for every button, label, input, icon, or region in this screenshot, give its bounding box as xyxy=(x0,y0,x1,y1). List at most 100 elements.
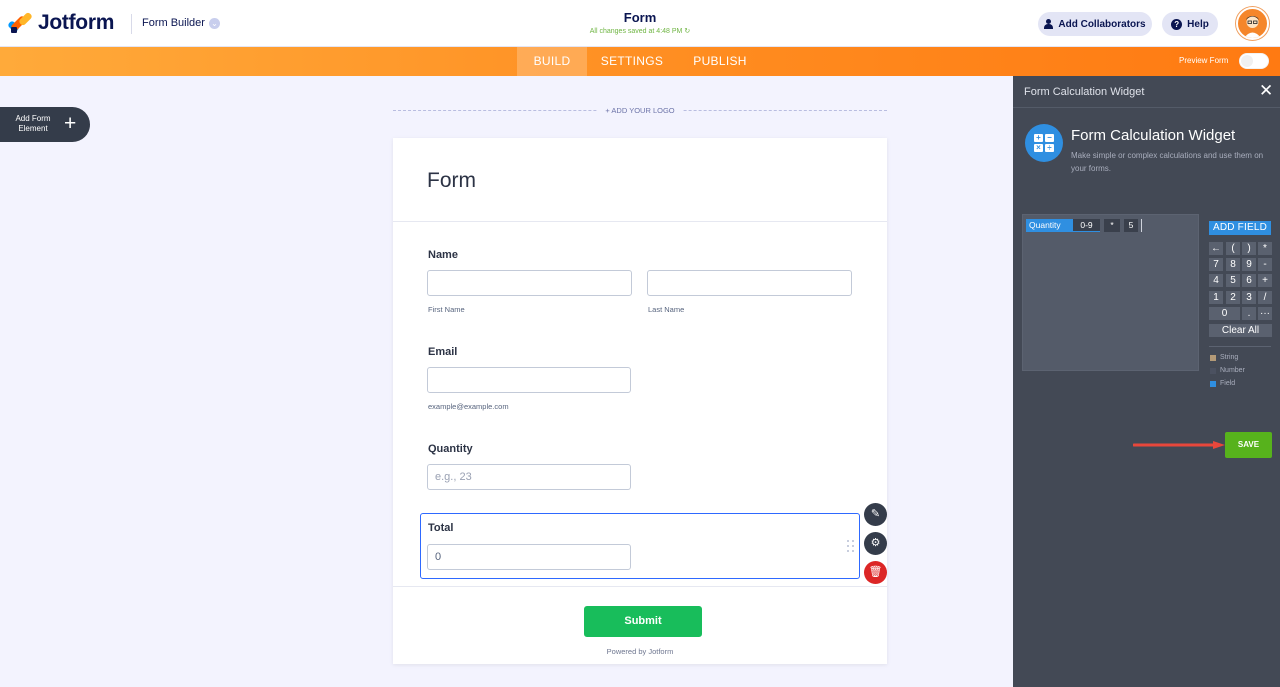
tab-build[interactable]: BUILD xyxy=(517,47,587,76)
delete-field-button[interactable]: 🗑 xyxy=(864,561,887,584)
legend-string-label: String xyxy=(1220,354,1239,361)
add-collaborators-label: Add Collaborators xyxy=(1058,18,1146,30)
legend-field: Field xyxy=(1210,380,1235,387)
formula-range-chip[interactable]: 0-9 xyxy=(1073,219,1100,232)
key-8[interactable]: 8 xyxy=(1226,258,1240,271)
toggle-knob xyxy=(1241,55,1253,67)
preview-form-toggle[interactable] xyxy=(1239,53,1269,69)
panel-divider xyxy=(1013,107,1280,108)
chevron-down-icon: ⌄ xyxy=(208,17,220,29)
tab-publish[interactable]: PUBLISH xyxy=(688,47,752,76)
key-open-paren[interactable]: ( xyxy=(1226,242,1240,255)
save-button[interactable]: SAVE xyxy=(1225,432,1272,458)
form-title[interactable]: Form xyxy=(540,10,740,25)
widget-panel: Form Calculation Widget ✕ + − × ÷ Form Cal… xyxy=(1013,76,1280,687)
wand-tool-button[interactable]: ✎ xyxy=(864,503,887,526)
key-5[interactable]: 5 xyxy=(1226,274,1240,287)
trash-icon: 🗑 xyxy=(868,566,883,578)
properties-button[interactable]: ⚙ xyxy=(864,532,887,555)
first-name-sublabel: First Name xyxy=(428,305,465,314)
key-6[interactable]: 6 xyxy=(1242,274,1256,287)
add-logo-label: + ADD YOUR LOGO xyxy=(597,106,683,115)
top-bar: Jotform Form Builder ⌄ Form All changes … xyxy=(0,0,1280,47)
help-label: Help xyxy=(1187,18,1209,30)
legend-divider xyxy=(1209,346,1271,347)
key-0[interactable]: 0 xyxy=(1209,307,1240,320)
add-field-button[interactable]: ADD FIELD xyxy=(1209,221,1271,235)
quantity-label: Quantity xyxy=(428,443,473,455)
add-logo-zone[interactable]: + ADD YOUR LOGO xyxy=(393,106,887,115)
key-7[interactable]: 7 xyxy=(1209,258,1223,271)
last-name-sublabel: Last Name xyxy=(648,305,685,314)
gear-icon: ⚙ xyxy=(870,537,881,549)
close-icon[interactable]: ✕ xyxy=(1259,82,1273,100)
save-status-text: All changes saved at 4:48 PM xyxy=(589,28,683,35)
form-builder-menu[interactable]: Form Builder ⌄ xyxy=(142,17,220,29)
avatar[interactable] xyxy=(1236,7,1269,40)
key-4[interactable]: 4 xyxy=(1209,274,1223,287)
key-decimal[interactable]: . xyxy=(1242,307,1256,320)
legend-string: String xyxy=(1210,354,1238,361)
legend-field-label: Field xyxy=(1220,380,1236,387)
key-9[interactable]: 9 xyxy=(1242,258,1256,271)
legend-number: Number xyxy=(1210,367,1245,374)
clear-all-button[interactable]: Clear All xyxy=(1209,324,1272,337)
tab-settings[interactable]: SETTINGS xyxy=(596,47,668,76)
jotform-logo[interactable]: Jotform xyxy=(7,11,115,35)
key-close-paren[interactable]: ) xyxy=(1242,242,1256,255)
panel-title: Form Calculation Widget xyxy=(1024,86,1145,98)
jotform-logo-icon xyxy=(7,11,33,34)
powered-by-text: Powered by Jotform xyxy=(606,647,674,656)
drag-handle-icon[interactable] xyxy=(847,540,855,552)
email-input[interactable] xyxy=(427,367,631,393)
key-2[interactable]: 2 xyxy=(1226,291,1240,304)
email-label: Email xyxy=(428,346,458,358)
builder-nav: BUILD SETTINGS PUBLISH Preview Form xyxy=(0,47,1280,76)
submit-button[interactable]: Submit xyxy=(584,606,702,637)
text-cursor xyxy=(1141,219,1142,232)
form-builder-label: Form Builder xyxy=(142,17,205,29)
add-form-element-button[interactable]: Add Form Element + xyxy=(0,107,90,142)
form-heading[interactable]: Form xyxy=(427,169,476,193)
submit-divider xyxy=(393,586,887,587)
add-collaborators-button[interactable]: Add Collaborators xyxy=(1038,12,1152,36)
total-label: Total xyxy=(428,522,454,534)
save-status: All changes saved at 4:48 PM ↻ xyxy=(540,27,740,35)
name-label: Name xyxy=(428,249,458,261)
key-3[interactable]: 3 xyxy=(1242,291,1256,304)
magic-wand-icon: ✎ xyxy=(870,508,881,520)
key-backspace[interactable]: ← xyxy=(1209,242,1223,255)
formula-number-chip[interactable]: 5 xyxy=(1124,219,1138,232)
total-input[interactable]: 0 xyxy=(427,544,631,570)
form-title-area: Form All changes saved at 4:48 PM ↻ xyxy=(540,10,740,35)
formula-editor[interactable]: Quantity 0-9 * 5 xyxy=(1022,214,1199,371)
calculator-icon: + − × ÷ xyxy=(1025,124,1063,162)
formula-field-chip[interactable]: Quantity xyxy=(1026,219,1073,232)
help-icon: ? xyxy=(1171,18,1183,30)
key-more[interactable]: ··· xyxy=(1258,307,1272,320)
widget-description: Make simple or complex calculations and … xyxy=(1071,151,1264,173)
key-minus[interactable]: - xyxy=(1258,258,1272,271)
email-sublabel: example@example.com xyxy=(428,402,509,411)
formula-operator-chip[interactable]: * xyxy=(1104,219,1120,232)
quantity-input[interactable]: e.g., 23 xyxy=(427,464,631,490)
header-divider xyxy=(131,14,132,34)
legend-number-label: Number xyxy=(1220,367,1245,374)
help-button[interactable]: ? Help xyxy=(1162,12,1218,36)
first-name-input[interactable] xyxy=(427,270,632,296)
heading-divider xyxy=(393,221,887,222)
form-card: Form Name First Name Last Name Email exa… xyxy=(393,138,887,664)
last-name-input[interactable] xyxy=(647,270,852,296)
key-divide[interactable]: / xyxy=(1258,291,1272,304)
avatar-icon xyxy=(1244,16,1261,38)
plus-icon: + xyxy=(64,112,77,135)
preview-form-label: Preview Form xyxy=(1179,56,1229,65)
add-form-element-label: Add Form Element xyxy=(15,114,51,133)
person-icon xyxy=(1044,19,1054,29)
brand-name: Jotform xyxy=(38,11,115,34)
key-multiply[interactable]: * xyxy=(1258,242,1272,255)
annotation-arrow-icon xyxy=(1133,441,1225,449)
key-1[interactable]: 1 xyxy=(1209,291,1223,304)
widget-name: Form Calculation Widget xyxy=(1071,127,1236,144)
key-plus[interactable]: + xyxy=(1258,274,1272,287)
